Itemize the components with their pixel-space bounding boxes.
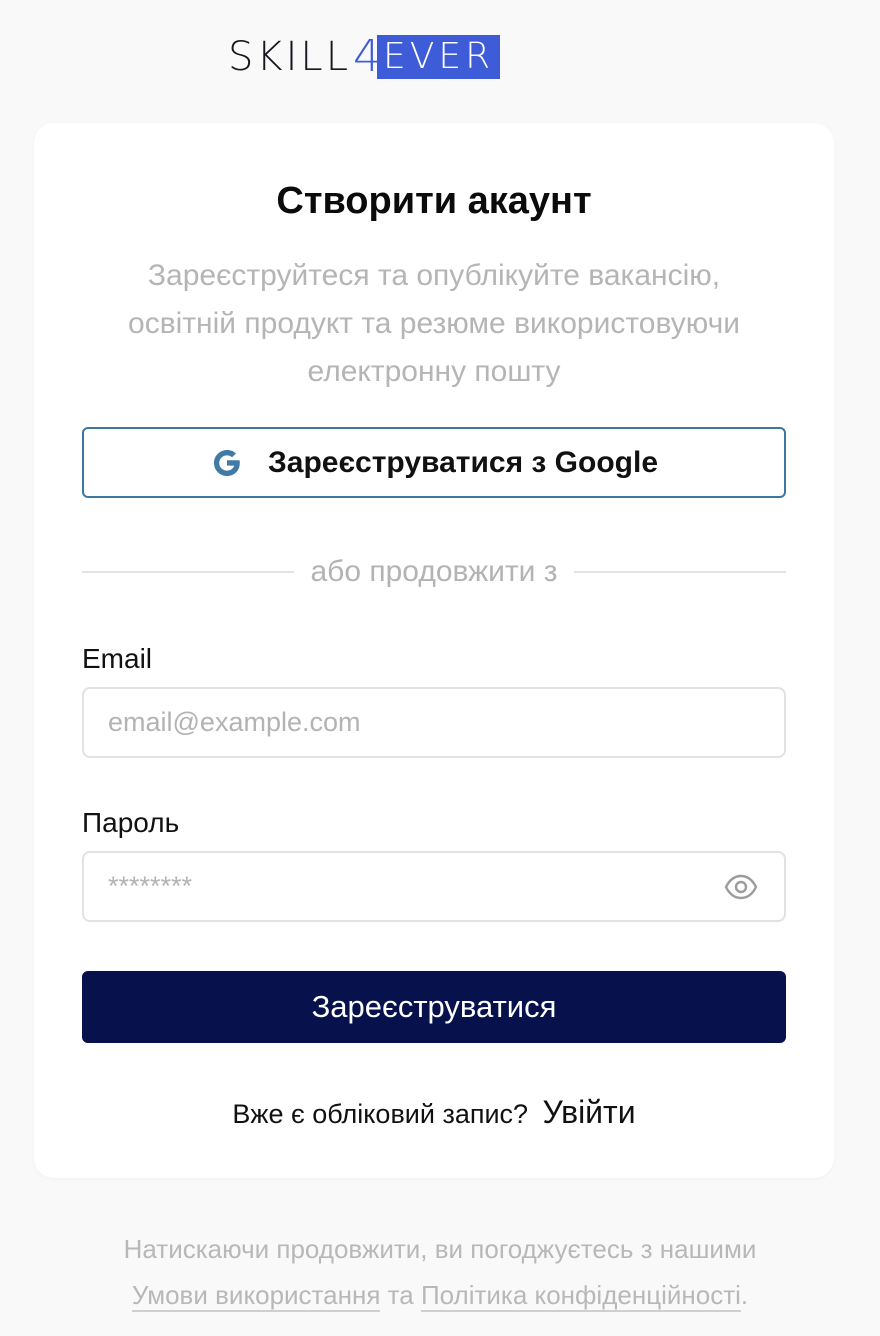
logo-text-skill: SKILL xyxy=(228,34,351,80)
legal-notice: Натискаючи продовжити, ви погоджуєтесь з… xyxy=(60,1226,820,1318)
logo-text-ever: EVER xyxy=(377,35,501,79)
password-input[interactable] xyxy=(84,853,708,920)
login-prompt: Вже є обліковий запис? Увійти xyxy=(34,1090,834,1141)
divider-text: або продовжити з xyxy=(310,555,558,588)
google-g-icon xyxy=(213,449,240,476)
legal-conjunction: та xyxy=(387,1280,414,1310)
brand-logo: SKILL 4 EVER xyxy=(228,34,501,80)
google-signup-label: Зареєструватися з Google xyxy=(267,445,658,479)
legal-suffix: . xyxy=(740,1280,749,1310)
or-divider: або продовжити з xyxy=(82,548,787,596)
google-signup-button[interactable]: Зареєструватися з Google xyxy=(82,427,786,498)
terms-link[interactable]: Умови використання xyxy=(131,1280,381,1312)
signup-submit-button[interactable]: Зареєструватися xyxy=(82,971,786,1043)
page-title: Створити акаунт xyxy=(276,180,592,222)
login-question: Вже є обліковий запис? xyxy=(232,1099,529,1129)
divider-line-left xyxy=(82,571,295,573)
email-field-wrapper xyxy=(82,687,786,758)
password-label: Пароль xyxy=(82,807,180,838)
password-field-wrapper xyxy=(82,851,786,922)
privacy-link[interactable]: Політика конфіденційності xyxy=(420,1280,741,1312)
email-input[interactable] xyxy=(84,689,708,756)
page-subtitle: Зареєструйтеся та опублікуйте вакансію, … xyxy=(128,259,740,388)
legal-prefix: Натискаючи продовжити, ви погоджуєтесь з… xyxy=(123,1234,757,1264)
divider-line-right xyxy=(573,571,787,573)
login-link[interactable]: Увійти xyxy=(543,1094,636,1130)
eye-icon[interactable] xyxy=(724,873,758,901)
email-label: Email xyxy=(82,643,153,674)
